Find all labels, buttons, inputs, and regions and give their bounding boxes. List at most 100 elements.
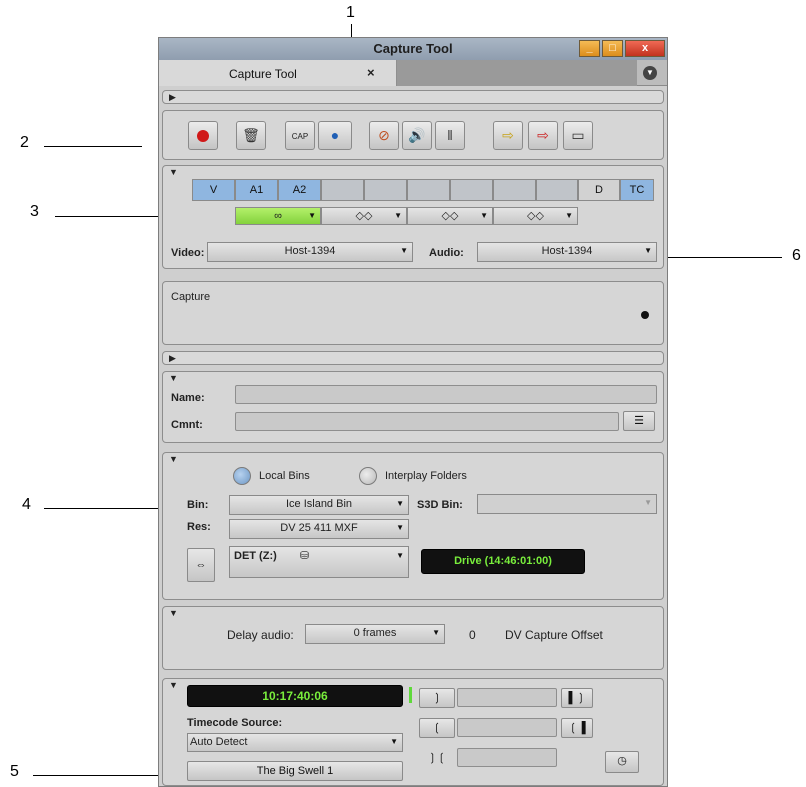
collapse-triangle-icon[interactable]: ▼ xyxy=(169,373,178,383)
audio-monitor-button[interactable]: 🔊 xyxy=(402,121,432,150)
track-a4-button[interactable] xyxy=(364,179,407,201)
name-label: Name: xyxy=(171,392,205,404)
expand-triangle-icon[interactable]: ▶ xyxy=(169,92,176,103)
resolution-label: Res: xyxy=(187,521,211,533)
delay-audio-value: 0 frames xyxy=(353,627,397,639)
in-out-icon: ❳❲ xyxy=(427,752,447,764)
mark-in-button[interactable]: ▌❳ xyxy=(561,688,593,708)
audio-pair-1-select[interactable]: ∞ ▼ xyxy=(235,207,321,225)
tab-close-icon[interactable]: × xyxy=(367,65,375,80)
mute-toggle-button[interactable]: ⊘ xyxy=(369,121,399,150)
source-tracks-panel: ▼ V A1 A2 D TC ∞ ▼ ◇◇ ▼ ◇◇ ▼ ◇◇ ▼ Video: Hos… xyxy=(162,165,664,269)
capture-mode-button[interactable]: CAP xyxy=(285,121,315,150)
local-bins-label: Local Bins xyxy=(259,470,310,482)
s3d-bin-select[interactable]: ▼ xyxy=(477,494,657,514)
close-window-button[interactable]: x xyxy=(625,40,665,57)
audio-pair-4-select[interactable]: ◇◇ ▼ xyxy=(493,207,578,225)
tab-label: Capture Tool xyxy=(229,67,297,81)
collapse-triangle-icon[interactable]: ▼ xyxy=(169,454,178,464)
clock-icon: ◷ xyxy=(617,755,627,767)
minimize-icon: _ xyxy=(586,42,593,54)
track-tc-button[interactable]: TC xyxy=(620,179,654,201)
trash-icon: 🗑 xyxy=(242,127,260,143)
resolution-select[interactable]: DV 25 411 MXF ▼ xyxy=(229,519,409,539)
bin-label: Bin: xyxy=(187,499,209,511)
monitor-icon: ▭ xyxy=(571,127,585,143)
tape-name-button[interactable]: The Big Swell 1 xyxy=(187,761,403,781)
tab-menu-icon[interactable]: ▼ xyxy=(643,66,657,80)
no-sound-icon: ⊘ xyxy=(378,127,390,143)
title-bar[interactable]: Capture Tool _ □ x xyxy=(159,38,667,60)
audio-input-value: Host-1394 xyxy=(541,245,593,257)
cap-icon: CAP xyxy=(291,131,309,141)
collapse-triangle-icon[interactable]: ▼ xyxy=(169,680,178,690)
expand-triangle-icon[interactable]: ▶ xyxy=(169,353,176,364)
capture-to-bin-button[interactable]: ⇨ xyxy=(493,121,523,150)
clip-name-field[interactable] xyxy=(235,385,657,404)
trash-button[interactable]: 🗑 xyxy=(236,121,266,150)
timecode-source-value: Auto Detect xyxy=(190,736,248,748)
audio-pair-2-select[interactable]: ◇◇ ▼ xyxy=(321,207,407,225)
mark-in-icon: ❳ xyxy=(432,692,442,704)
interplay-folders-radio[interactable] xyxy=(359,467,377,485)
maximize-button[interactable]: □ xyxy=(602,40,623,57)
capture-tool-window: Capture Tool _ □ x Capture Tool × ▼ ▶ 🗑 … xyxy=(158,37,668,787)
pair-1-value: ∞ xyxy=(274,210,282,222)
audio-mixer-button[interactable]: 𝍪 xyxy=(435,121,465,150)
collapse-triangle-icon[interactable]: ▼ xyxy=(169,608,178,618)
target-drive-select[interactable]: DET (Z:) ⛁ ▼ xyxy=(229,546,409,578)
mark-out-field[interactable] xyxy=(457,718,557,737)
track-a2-button[interactable]: A2 xyxy=(278,179,321,201)
collapsed-panel-top[interactable]: ▶ xyxy=(162,90,664,104)
local-bins-radio[interactable] xyxy=(233,467,251,485)
comment-label: Cmnt: xyxy=(171,419,203,431)
delay-audio-label: Delay audio: xyxy=(227,628,294,642)
toolbar-panel: 🗑 CAP ● ⊘ 🔊 𝍪 ⇨ ⇨ ▭ xyxy=(162,110,664,160)
delay-audio-panel: ▼ Delay audio: 0 frames ▼ 0 DV Capture Of… xyxy=(162,606,664,670)
track-a3-button[interactable] xyxy=(321,179,364,201)
mark-out-icon: ❲ xyxy=(432,722,442,734)
capture-across-breaks-button[interactable]: ● xyxy=(318,121,352,150)
comment-field[interactable] xyxy=(235,412,619,431)
clear-in-out-button[interactable]: ❳❲ xyxy=(419,748,455,768)
single-multiple-drive-toggle[interactable]: ⇔ xyxy=(187,548,215,582)
comment-list-button[interactable]: ☰ xyxy=(623,411,655,431)
track-a7-button[interactable] xyxy=(493,179,536,201)
drive-icon: ⛁ xyxy=(299,550,310,562)
track-d-button[interactable]: D xyxy=(578,179,620,201)
track-a1-button[interactable]: A1 xyxy=(235,179,278,201)
video-input-value: Host-1394 xyxy=(284,245,336,257)
record-button[interactable] xyxy=(188,121,218,150)
go-to-in-button[interactable]: ❳ xyxy=(419,688,455,708)
pair-3-value: ◇◇ xyxy=(441,210,459,222)
mark-out-button[interactable]: ❲▐ xyxy=(561,718,593,738)
collapsed-panel-middle[interactable]: ▶ xyxy=(162,351,664,365)
drive-space-display: Drive (14:46:01:00) xyxy=(421,549,585,574)
collapse-triangle-icon[interactable]: ▼ xyxy=(169,167,178,177)
bin-select[interactable]: Ice Island Bin ▼ xyxy=(229,495,409,515)
deck-time-button[interactable]: ◷ xyxy=(605,751,639,773)
track-v-button[interactable]: V xyxy=(192,179,235,201)
go-to-out-button[interactable]: ❲ xyxy=(419,718,455,738)
track-a6-button[interactable] xyxy=(450,179,493,201)
timecode-level-indicator xyxy=(409,687,412,703)
chevron-down-icon: ▼ xyxy=(394,211,402,220)
timecode-display: 10:17:40:06 xyxy=(187,685,403,707)
video-input-select[interactable]: Host-1394 ▼ xyxy=(207,242,413,262)
timecode-source-select[interactable]: Auto Detect ▼ xyxy=(187,733,403,752)
mark-out-set-icon: ❲▐ xyxy=(568,722,586,734)
callout-6: 6 xyxy=(792,247,801,264)
video-monitor-button[interactable]: ▭ xyxy=(563,121,593,150)
tab-capture-tool[interactable]: Capture Tool × xyxy=(159,60,397,86)
mark-in-field[interactable] xyxy=(457,688,557,707)
audio-input-select[interactable]: Host-1394 ▼ xyxy=(477,242,657,262)
track-a8-button[interactable] xyxy=(536,179,578,201)
capture-to-timeline-button[interactable]: ⇨ xyxy=(528,121,558,150)
audio-pair-3-select[interactable]: ◇◇ ▼ xyxy=(407,207,493,225)
audio-label: Audio: xyxy=(429,247,464,259)
duration-field[interactable] xyxy=(457,748,557,767)
minimize-button[interactable]: _ xyxy=(579,40,600,57)
delay-audio-select[interactable]: 0 frames ▼ xyxy=(305,624,445,644)
chevron-down-icon: ▼ xyxy=(396,499,404,508)
track-a5-button[interactable] xyxy=(407,179,450,201)
